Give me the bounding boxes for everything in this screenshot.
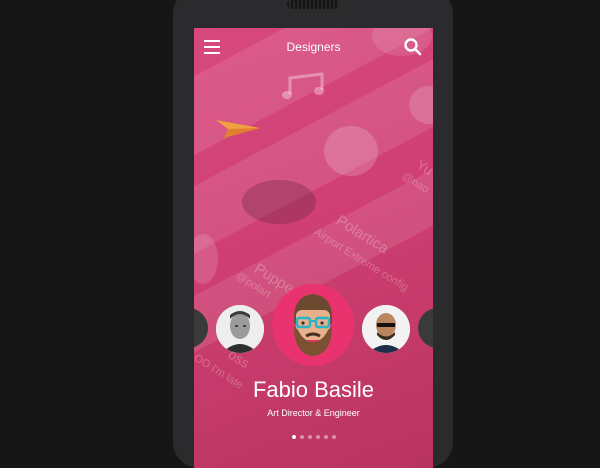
page-dot-active[interactable] (291, 435, 296, 439)
person-portrait-icon (362, 305, 410, 353)
music-note-icon (282, 72, 324, 99)
paper-plane-icon (216, 120, 260, 138)
search-icon[interactable] (403, 37, 423, 57)
background-avatar (324, 126, 378, 176)
page-indicator (194, 426, 433, 444)
phone-frame: Polartica Airport Extreme config Puppe @… (173, 0, 453, 468)
avatar-left[interactable] (216, 305, 264, 353)
designer-name: Fabio Basile (252, 377, 375, 402)
designer-role: Art Director & Engineer (267, 408, 360, 418)
app-screen: Polartica Airport Extreme config Puppe @… (194, 28, 433, 468)
app-header: Designers (194, 28, 433, 68)
phone-speaker (287, 0, 339, 9)
bearded-man-illustration-icon (272, 284, 354, 366)
page-dot[interactable] (323, 435, 328, 439)
page-dot[interactable] (315, 435, 320, 439)
person-portrait-icon (216, 305, 264, 353)
page-dot[interactable] (331, 435, 336, 439)
page-title: Designers (286, 40, 341, 54)
avatar-selected[interactable] (272, 284, 354, 366)
page-dot[interactable] (299, 435, 304, 439)
avatar-right[interactable] (362, 305, 410, 353)
background-avatar (242, 180, 316, 224)
page-dot[interactable] (307, 435, 312, 439)
avatar-far-right[interactable] (418, 308, 433, 348)
